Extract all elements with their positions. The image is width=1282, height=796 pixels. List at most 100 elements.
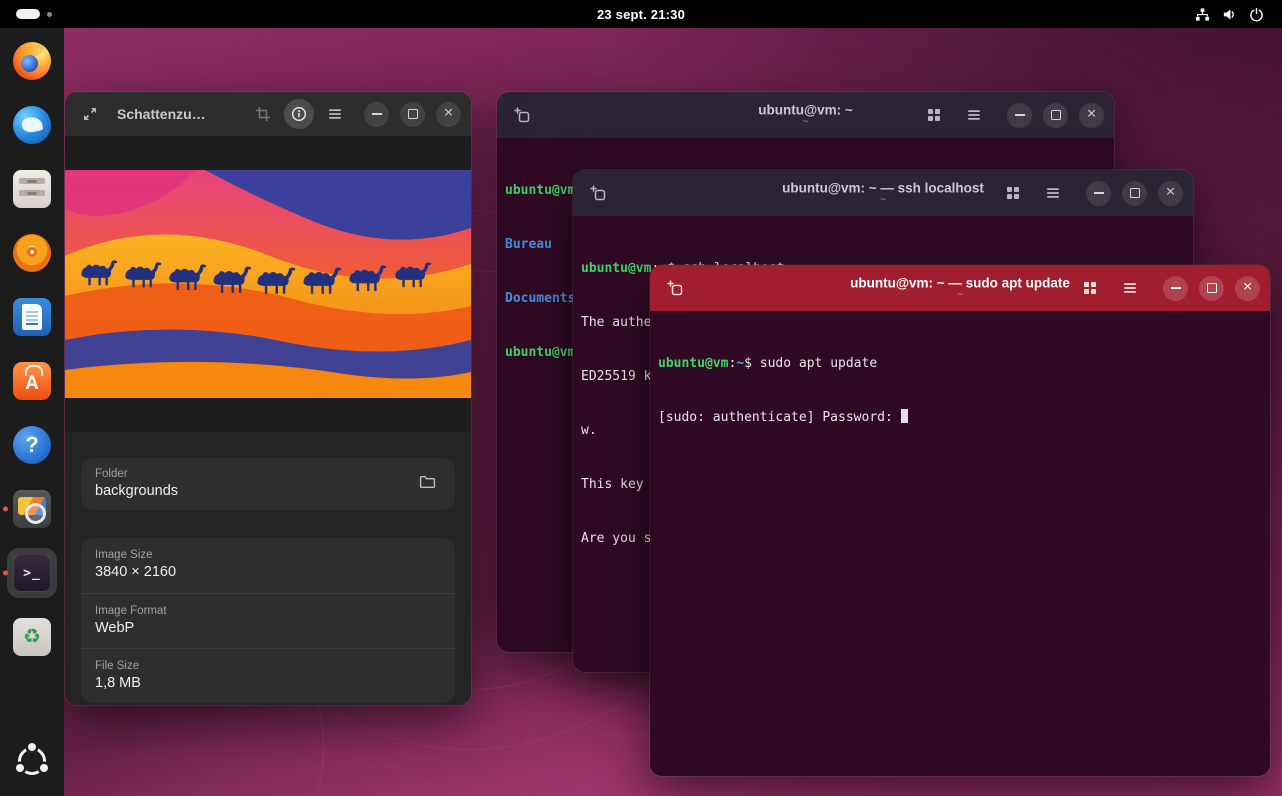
console-titlebar[interactable]: ubuntu@vm: ~ — sudo apt update ~ bbox=[650, 265, 1270, 311]
dock-item-console[interactable] bbox=[7, 548, 57, 598]
fullscreen-button[interactable] bbox=[75, 99, 105, 129]
terminal-line: ubuntu@vm:~$ sudo apt update bbox=[658, 355, 1262, 373]
detail-value: 1,8 MB bbox=[95, 674, 441, 694]
terminal-cursor bbox=[901, 409, 909, 423]
network-icon bbox=[1195, 7, 1210, 22]
prompt-user: ubuntu@vm bbox=[581, 261, 651, 276]
console-titlebar[interactable]: ubuntu@vm: ~ — ssh localhost ~ bbox=[573, 170, 1193, 216]
dock-item-app-center[interactable] bbox=[7, 356, 57, 406]
volume-icon bbox=[1222, 7, 1237, 22]
maximize-button[interactable] bbox=[400, 102, 425, 127]
open-folder-button[interactable] bbox=[413, 470, 441, 498]
maximize-button[interactable] bbox=[1043, 103, 1068, 128]
window-subtitle: ~ bbox=[782, 196, 984, 206]
detail-label: Image Size bbox=[95, 548, 441, 563]
new-tab-button[interactable] bbox=[583, 178, 613, 208]
window-subtitle: ~ bbox=[758, 118, 853, 128]
maximize-button[interactable] bbox=[1122, 181, 1147, 206]
minimize-button[interactable] bbox=[1007, 103, 1032, 128]
prompt-path: ~ bbox=[736, 356, 744, 371]
viewer-titlebar[interactable]: Schattenzu… bbox=[65, 92, 471, 136]
detail-row: File Size 1,8 MB bbox=[81, 648, 455, 703]
menu-button[interactable] bbox=[320, 99, 350, 129]
menu-button[interactable] bbox=[1038, 178, 1068, 208]
window-title: ubuntu@vm: ~ — sudo apt update bbox=[850, 276, 1070, 291]
dock-item-image-viewer[interactable] bbox=[7, 484, 57, 534]
close-button[interactable] bbox=[436, 102, 461, 127]
running-indicator bbox=[3, 507, 8, 512]
help-icon bbox=[13, 426, 51, 464]
detail-label: Image Format bbox=[95, 604, 441, 619]
detail-value: WebP bbox=[95, 619, 441, 639]
firefox-icon bbox=[13, 42, 51, 80]
show-apps-button[interactable] bbox=[7, 736, 57, 786]
window-title: Schattenzu… bbox=[117, 106, 206, 122]
detail-label: File Size bbox=[95, 659, 441, 674]
prompt-user: ubuntu@vm bbox=[505, 345, 575, 360]
window-title: ubuntu@vm: ~ bbox=[758, 103, 853, 118]
dock-item-rhythmbox[interactable] bbox=[7, 228, 57, 278]
maximize-button[interactable] bbox=[1199, 276, 1224, 301]
console-window-sudo: ubuntu@vm: ~ — sudo apt update ~ ubuntu@… bbox=[650, 265, 1270, 776]
trash-icon bbox=[13, 618, 51, 656]
terminal-output[interactable]: ubuntu@vm:~$ sudo apt update [sudo: auth… bbox=[650, 311, 1270, 776]
detail-row: Image Format WebP bbox=[81, 593, 455, 648]
prompt-dollar: $ bbox=[744, 356, 752, 371]
tab-overview-button[interactable] bbox=[1075, 273, 1105, 303]
new-tab-button[interactable] bbox=[507, 100, 537, 130]
minimize-button[interactable] bbox=[1086, 181, 1111, 206]
system-status-area[interactable] bbox=[1187, 7, 1272, 22]
camel-wallpaper-image bbox=[65, 170, 471, 398]
window-title-block: ubuntu@vm: ~ — ssh localhost ~ bbox=[782, 181, 984, 206]
dock-item-help[interactable] bbox=[7, 420, 57, 470]
command-text: sudo apt update bbox=[752, 356, 877, 371]
minimize-button[interactable] bbox=[1163, 276, 1188, 301]
close-button[interactable] bbox=[1235, 276, 1260, 301]
desktop-wallpaper[interactable]: ubuntu@vm: ~ ~ ubuntu@vm:~$ ls Bureau Do… bbox=[64, 28, 1282, 796]
crop-icon[interactable] bbox=[248, 99, 278, 129]
ubuntu-logo-icon bbox=[15, 744, 49, 778]
folder-row: Folder backgrounds bbox=[81, 458, 455, 510]
console-titlebar[interactable]: ubuntu@vm: ~ ~ bbox=[497, 92, 1114, 138]
close-button[interactable] bbox=[1079, 103, 1104, 128]
folder-icon bbox=[419, 473, 436, 495]
detail-row: Image Size 3840 × 2160 bbox=[81, 538, 455, 593]
folder-label: Folder bbox=[95, 467, 413, 482]
app-center-icon bbox=[13, 362, 51, 400]
top-bar: 23 sept. 21:30 bbox=[0, 0, 1282, 28]
image-details-card: Image Size 3840 × 2160 Image Format WebP… bbox=[81, 538, 455, 703]
dock-item-trash[interactable] bbox=[7, 612, 57, 662]
tab-overview-button[interactable] bbox=[998, 178, 1028, 208]
dock-item-firefox[interactable] bbox=[7, 36, 57, 86]
workspace-dot bbox=[47, 12, 52, 17]
desktop-screen: 23 sept. 21:30 ubuntu@vm: ~ bbox=[0, 0, 1282, 796]
new-tab-button[interactable] bbox=[660, 273, 690, 303]
rhythmbox-icon bbox=[13, 234, 51, 272]
dock bbox=[0, 28, 64, 796]
password-prompt: [sudo: authenticate] Password: bbox=[658, 410, 901, 425]
console-icon bbox=[13, 554, 51, 592]
folder-value: backgrounds bbox=[95, 482, 413, 502]
close-button[interactable] bbox=[1158, 181, 1183, 206]
prompt-user: ubuntu@vm bbox=[658, 356, 728, 371]
terminal-line: [sudo: authenticate] Password: bbox=[658, 409, 1262, 427]
dock-item-files[interactable] bbox=[7, 164, 57, 214]
workspace-active-pill bbox=[16, 9, 40, 19]
dock-item-thunderbird[interactable] bbox=[7, 100, 57, 150]
image-viewer-window: Schattenzu… bbox=[65, 92, 471, 705]
prompt-user: ubuntu@vm bbox=[505, 183, 575, 198]
dock-item-writer[interactable] bbox=[7, 292, 57, 342]
window-title-block: ubuntu@vm: ~ — sudo apt update ~ bbox=[850, 276, 1070, 301]
libreoffice-writer-icon bbox=[13, 298, 51, 336]
info-button[interactable] bbox=[284, 99, 314, 129]
window-title-block: ubuntu@vm: ~ ~ bbox=[758, 103, 853, 128]
tab-overview-button[interactable] bbox=[919, 100, 949, 130]
power-icon bbox=[1249, 7, 1264, 22]
workspace-indicator[interactable] bbox=[10, 0, 58, 28]
minimize-button[interactable] bbox=[364, 102, 389, 127]
image-canvas[interactable] bbox=[65, 136, 471, 432]
menu-button[interactable] bbox=[959, 100, 989, 130]
menu-button[interactable] bbox=[1115, 273, 1145, 303]
window-title: ubuntu@vm: ~ — ssh localhost bbox=[782, 181, 984, 196]
clock[interactable]: 23 sept. 21:30 bbox=[597, 7, 685, 22]
